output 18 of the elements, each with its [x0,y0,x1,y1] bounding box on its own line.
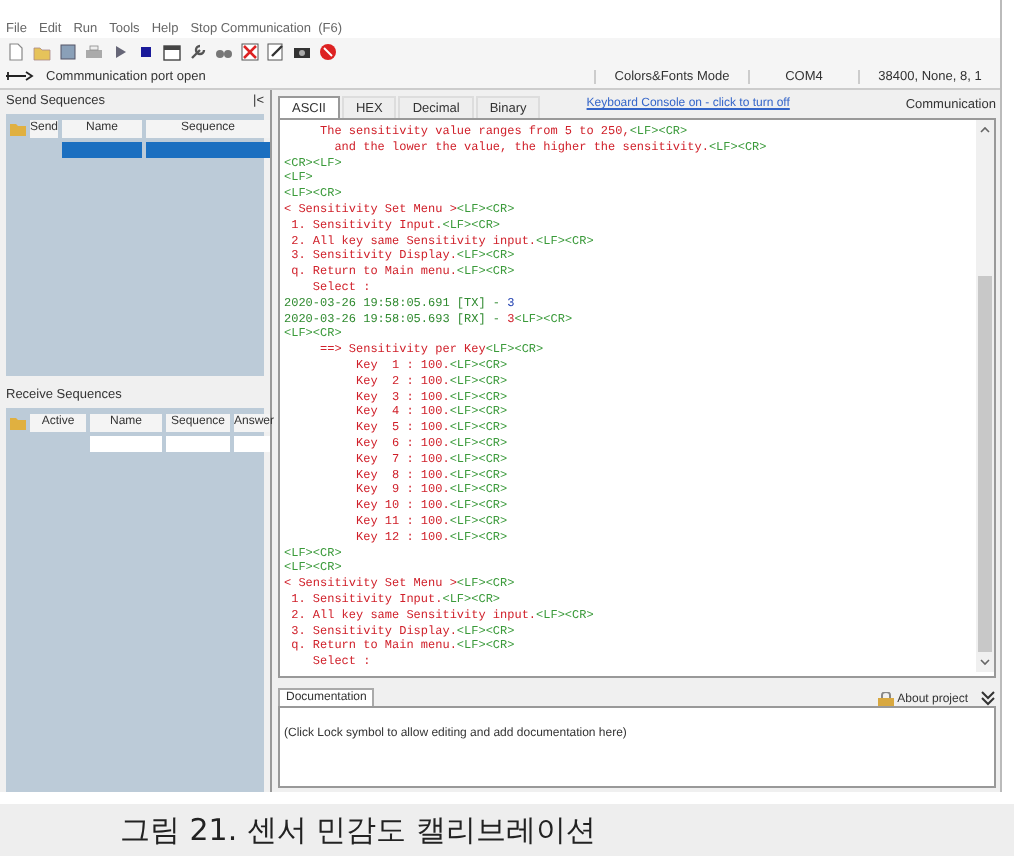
table-cell[interactable] [90,435,162,452]
plug-icon [6,70,34,82]
lock-icon [877,692,894,706]
collapse-icon[interactable] [980,690,996,706]
wrench-icon[interactable] [188,41,208,61]
table-cell[interactable] [166,435,230,452]
window-icon[interactable] [162,41,182,61]
scrollbar[interactable] [976,120,994,672]
stop-icon[interactable] [136,41,156,61]
edit-icon[interactable] [266,41,286,61]
table-cell[interactable] [146,141,270,158]
stop-sign-icon[interactable] [318,41,338,61]
table-cell[interactable] [62,141,142,158]
printer-icon[interactable] [84,41,104,61]
delete-icon[interactable] [240,41,260,61]
save-icon[interactable] [58,41,78,61]
table-cell[interactable] [234,435,270,452]
figure-caption: 그림 21. 센서 민감도 캘리브레이션 [120,811,596,849]
